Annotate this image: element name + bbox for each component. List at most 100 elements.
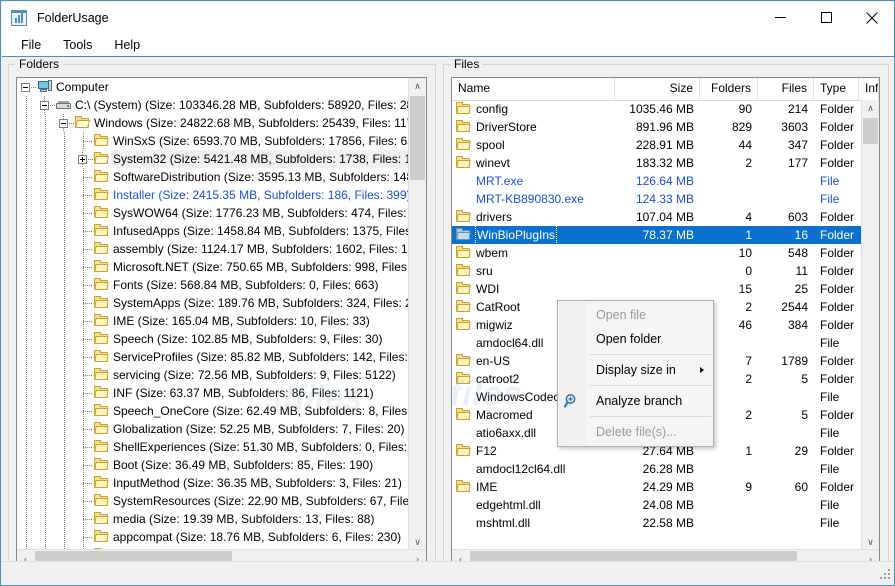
tree-guide-elbow (74, 510, 93, 528)
tree-item[interactable]: assembly (Size: 1124.17 MB, Subfolders: … (17, 240, 409, 258)
column-header-size[interactable]: Size (615, 78, 700, 100)
tree-item[interactable]: INF (Size: 63.37 MB, Subfolders: 86, Fil… (17, 384, 409, 402)
table-row[interactable]: MRT-KB890830.exe 124.33 MB File (452, 190, 863, 208)
tree-item[interactable]: servicing (Size: 72.56 MB, Subfolders: 9… (17, 366, 409, 384)
menu-help[interactable]: Help (103, 35, 151, 55)
column-header-info[interactable]: Info (859, 78, 879, 100)
file-name-label: mshtml.dll (476, 516, 531, 530)
tree-item[interactable]: System32 (Size: 5421.48 MB, Subfolders: … (17, 150, 409, 168)
tree-item[interactable]: SystemResources (Size: 22.90 MB, Subfold… (17, 492, 409, 510)
tree-item[interactable]: InputMethod (Size: 36.35 MB, Subfolders:… (17, 474, 409, 492)
maximize-button[interactable] (803, 2, 849, 33)
tree-collapse-icon[interactable] (36, 96, 55, 114)
tree-item[interactable]: media (Size: 19.39 MB, Subfolders: 13, F… (17, 510, 409, 528)
table-row[interactable]: drivers 107.04 MB 4 603 Folder (452, 208, 863, 226)
folder-tree-vscrollbar[interactable]: ∧ ∨ (408, 78, 426, 551)
folder-tree-scroll-up-button[interactable]: ∧ (409, 78, 426, 95)
table-row[interactable]: mshtml.dll 22.58 MB File (452, 514, 863, 532)
context-menu-item-open-folder[interactable]: Open folder (558, 327, 713, 351)
tree-item[interactable]: Globalization (Size: 52.25 MB, Subfolder… (17, 420, 409, 438)
folder-icon (93, 474, 111, 492)
table-row[interactable]: sru 0 11 Folder (452, 262, 863, 280)
app-chart-icon (11, 9, 29, 27)
tree-item[interactable]: SysWOW64 (Size: 1776.23 MB, Subfolders: … (17, 204, 409, 222)
tree-item[interactable]: SystemApps (Size: 189.76 MB, Subfolders:… (17, 294, 409, 312)
cell-type: Folder (820, 102, 855, 116)
tree-guide-line (17, 438, 36, 456)
tree-item-label: Globalization (Size: 52.25 MB, Subfolder… (113, 422, 405, 436)
table-row[interactable]: edgehtml.dll 24.08 MB File (452, 496, 863, 514)
folder-tree-rows: Computer C:\ (System) (Size: 103346.28 MB… (17, 78, 409, 551)
column-header-name[interactable]: Name (452, 78, 615, 100)
tree-guide-line (17, 312, 36, 330)
tree-collapse-icon[interactable] (55, 114, 74, 132)
table-row[interactable]: spool 228.91 MB 44 347 Folder (452, 136, 863, 154)
table-row[interactable]: WDI 15 25 Folder (452, 280, 863, 298)
file-list-vscrollbar[interactable]: ∧ ∨ (861, 100, 879, 551)
tree-guide-line (36, 474, 55, 492)
resize-grip-icon[interactable] (880, 569, 892, 581)
tree-expand-icon[interactable] (74, 150, 93, 168)
tree-guide-elbow (74, 330, 93, 348)
folder-icon (93, 492, 111, 510)
file-name-label: amdocl64.dll (476, 336, 544, 350)
cell-size (615, 262, 700, 280)
tree-item[interactable]: ShellExperiences (Size: 51.30 MB, Subfol… (17, 438, 409, 456)
cell-folders: 1 (745, 228, 752, 242)
tree-item[interactable]: Fonts (Size: 568.84 MB, Subfolders: 0, F… (17, 276, 409, 294)
column-header-type[interactable]: Type (814, 78, 859, 100)
folder-tree-vscroll-thumb[interactable] (410, 96, 425, 180)
file-list-vscroll-thumb[interactable] (863, 118, 878, 144)
column-header-folders[interactable]: Folders (700, 78, 758, 100)
file-list-scroll-up-button[interactable]: ∧ (862, 100, 879, 117)
table-row[interactable]: wbem 10 548 Folder (452, 244, 863, 262)
cell-folders (700, 172, 758, 190)
file-name-label: config (476, 102, 509, 116)
context-menu-item-display-size-in[interactable]: Display size in (558, 358, 713, 382)
tree-item[interactable]: Windows (Size: 24822.68 MB, Subfolders: … (17, 114, 409, 132)
tree-item[interactable]: Boot (Size: 36.49 MB, Subfolders: 85, Fi… (17, 456, 409, 474)
table-row[interactable]: DriverStore 891.96 MB 829 3603 Folder (452, 118, 863, 136)
table-row[interactable]: winevt 183.32 MB 2 177 Folder (452, 154, 863, 172)
tree-item[interactable]: Computer (17, 78, 409, 96)
drive-icon (55, 96, 73, 114)
menu-file[interactable]: File (10, 35, 52, 55)
cell-files: 16 (794, 228, 808, 242)
tree-collapse-icon[interactable] (17, 78, 36, 96)
column-header-files[interactable]: Files (758, 78, 814, 100)
tree-guide-line (55, 474, 74, 492)
context-menu[interactable]: Open file Open folder Display size in Analy… (557, 300, 714, 447)
tree-guide-line (36, 186, 55, 204)
table-row[interactable]: WinBioPlugIns 78.37 MB 1 16 Folder (452, 226, 863, 244)
tree-item[interactable]: InfusedApps (Size: 1458.84 MB, Subfolder… (17, 222, 409, 240)
client-area: stfiles Folders ComputerC:\ (System) (Si… (2, 57, 894, 585)
table-row[interactable]: amdocl12cl64.dll 26.28 MB File (452, 460, 863, 478)
tree-item[interactable]: Microsoft.NET (Size: 750.65 MB, Subfolde… (17, 258, 409, 276)
tree-item[interactable]: Installer (Size: 2415.35 MB, Subfolders:… (17, 186, 409, 204)
folder-icon (455, 406, 473, 424)
folder-icon (455, 316, 473, 334)
table-row[interactable]: MRT.exe 126.64 MB File (452, 172, 863, 190)
context-menu-item-label: Display size in (596, 363, 676, 377)
minimize-button[interactable] (757, 2, 803, 33)
tree-item[interactable]: C:\ (System) (Size: 103346.28 MB, Subfol… (17, 96, 409, 114)
tree-item[interactable]: Speech (Size: 102.85 MB, Subfolders: 9, … (17, 330, 409, 348)
table-row[interactable]: config 1035.46 MB 90 214 Folder (452, 100, 863, 118)
tree-item-label: Windows (Size: 24822.68 MB, Subfolders: … (94, 116, 409, 130)
context-menu-item-analyze-branch[interactable]: Analyze branch (558, 389, 713, 413)
close-button[interactable] (849, 2, 894, 33)
tree-item[interactable]: Speech_OneCore (Size: 62.49 MB, Subfolde… (17, 402, 409, 420)
cell-type: Folder (820, 318, 855, 332)
tree-item[interactable]: ServiceProfiles (Size: 85.82 MB, Subfold… (17, 348, 409, 366)
tree-item-label: assembly (Size: 1124.17 MB, Subfolders: … (113, 242, 409, 256)
tree-guide-elbow (74, 222, 93, 240)
table-row[interactable]: IME 24.29 MB 9 60 Folder (452, 478, 863, 496)
tree-item[interactable]: IME (Size: 165.04 MB, Subfolders: 10, Fi… (17, 312, 409, 330)
menu-tools[interactable]: Tools (52, 35, 103, 55)
folder-tree[interactable]: Computer C:\ (System) (Size: 103346.28 MB… (16, 77, 427, 568)
cell-files: 5 (801, 408, 808, 422)
tree-item[interactable]: SoftwareDistribution (Size: 3595.13 MB, … (17, 168, 409, 186)
tree-item[interactable]: WinSxS (Size: 6593.70 MB, Subfolders: 17… (17, 132, 409, 150)
file-name-label: Macromed (476, 408, 533, 422)
tree-item[interactable]: appcompat (Size: 18.76 MB, Subfolders: 6… (17, 528, 409, 546)
